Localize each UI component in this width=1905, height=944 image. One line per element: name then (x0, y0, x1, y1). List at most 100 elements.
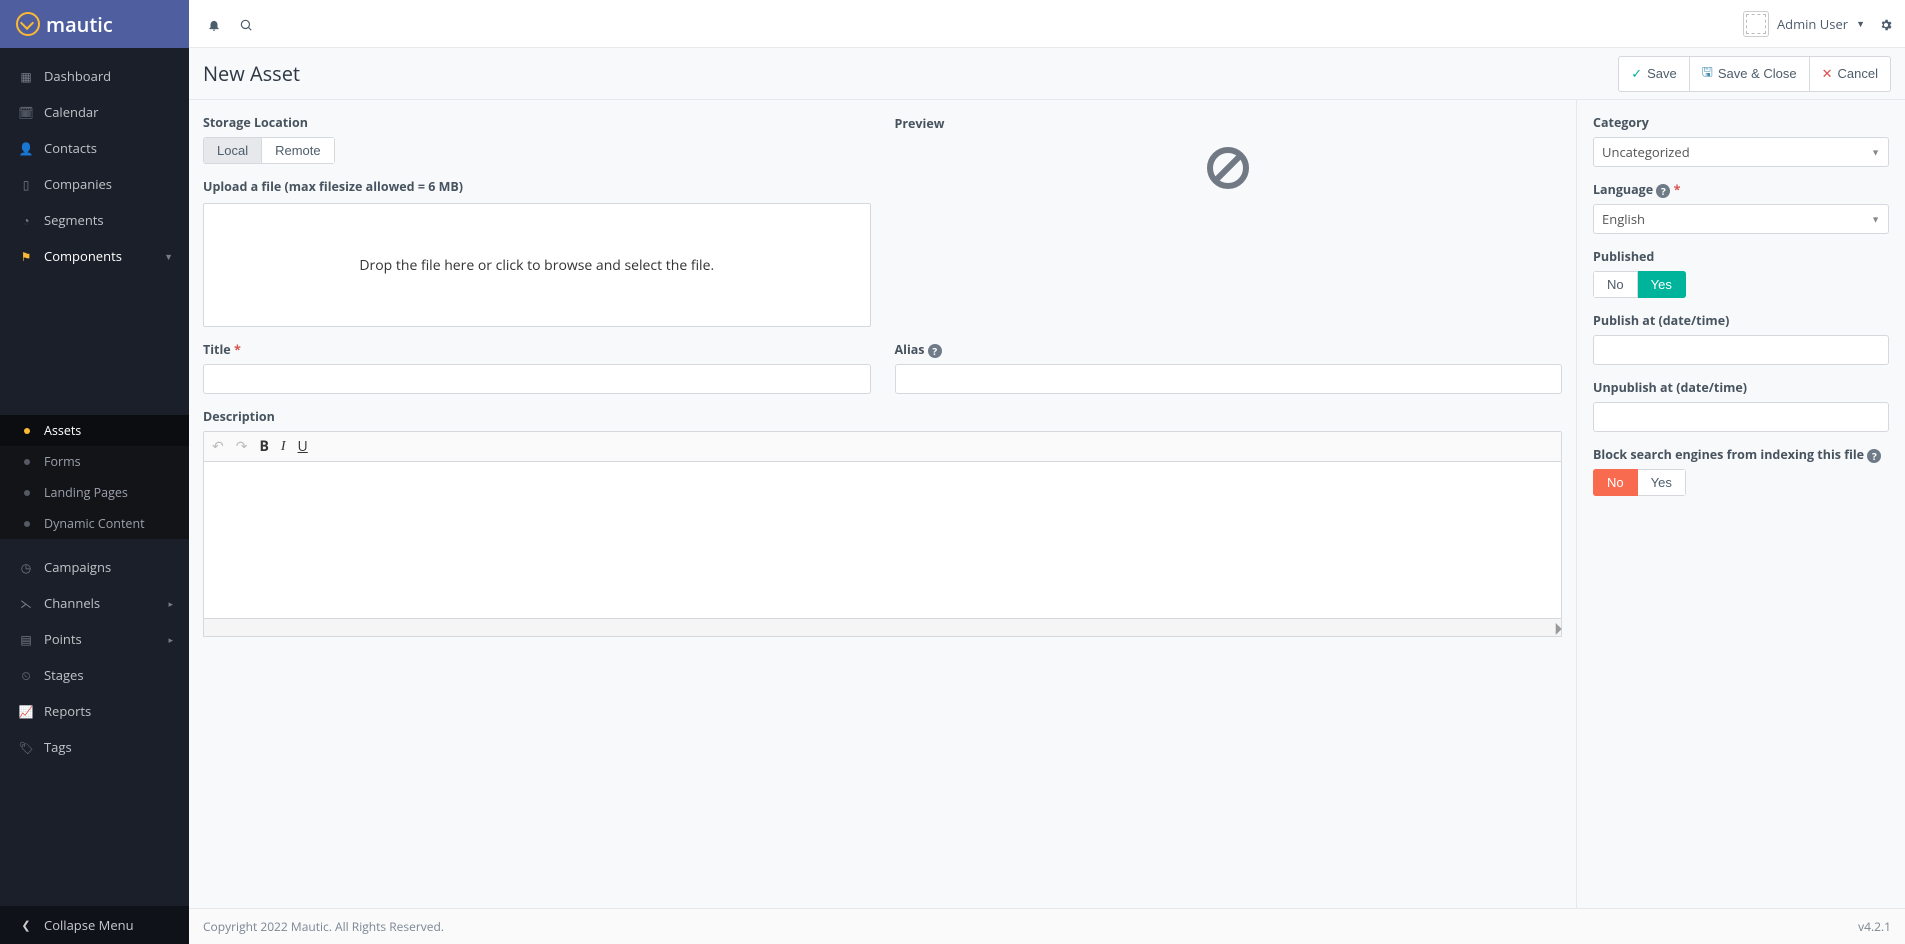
sidebar-item-calendar[interactable]: 🗓 Calendar (0, 94, 189, 130)
editor-statusbar: ◢ (203, 619, 1562, 637)
title-label: Title * (203, 341, 871, 358)
sidebar-item-tags[interactable]: 🏷Tags (0, 729, 189, 765)
help-icon[interactable]: ? (928, 344, 942, 358)
subnav-item-dynamic-content[interactable]: Dynamic Content (0, 508, 189, 539)
close-icon: ✕ (1822, 66, 1833, 82)
published-toggle: No Yes (1593, 271, 1686, 298)
alias-input[interactable] (895, 364, 1563, 394)
storage-location-toggle: Local Remote (203, 137, 335, 164)
select-value: Uncategorized (1602, 143, 1690, 161)
cancel-button[interactable]: ✕ Cancel (1810, 56, 1891, 92)
sidebar-nav: ▦Dashboard 🗓 Calendar 👤Contacts ▯ Companie… (0, 48, 189, 415)
tag-icon: 🏷 (16, 739, 36, 756)
sidebar-item-channels[interactable]: ⋋ Channels ▸ (0, 585, 189, 621)
sidebar-item-label: Calendar (44, 103, 98, 121)
sidebar-item-points[interactable]: ▤Points▸ (0, 621, 189, 657)
subnav-label: Assets (44, 422, 81, 439)
brand[interactable]: mautic (0, 0, 189, 48)
unpublish-at-input[interactable] (1593, 402, 1889, 432)
save-button[interactable]: ✓Save (1618, 56, 1690, 92)
sidebar-item-stages[interactable]: ⏲ Stages (0, 657, 189, 693)
redo-button[interactable]: ↷ (236, 437, 248, 456)
button-label: Cancel (1838, 66, 1878, 81)
sidebar-item-campaigns[interactable]: ◷ Campaigns (0, 549, 189, 585)
sidebar-item-components[interactable]: ⚑Components▼ (0, 238, 189, 274)
subnav-item-forms[interactable]: Forms (0, 446, 189, 477)
unpublish-at-label: Unpublish at (date/time) (1593, 379, 1889, 396)
chevron-left-icon: ❮ (16, 918, 36, 933)
block-yes-button[interactable]: Yes (1638, 469, 1686, 496)
save-icon: 🖫 (1702, 63, 1713, 85)
sidebar-item-reports[interactable]: 📈Reports (0, 693, 189, 729)
published-no-button[interactable]: No (1593, 271, 1638, 298)
building-icon: ▯ (16, 176, 36, 193)
editor-toolbar: ↶ ↷ B I U (204, 432, 1561, 462)
sidebar-item-label: Channels (44, 594, 100, 612)
sidebar-item-label: Campaigns (44, 558, 111, 576)
category-select[interactable]: Uncategorized▼ (1593, 137, 1889, 167)
sidebar-item-contacts[interactable]: 👤Contacts (0, 130, 189, 166)
sidebar-item-label: Stages (44, 666, 84, 684)
block-no-button[interactable]: No (1593, 469, 1638, 496)
version: v4.2.1 (1858, 918, 1891, 935)
content: Storage Location Local Remote Upload a f… (189, 100, 1905, 908)
gear-icon[interactable] (1879, 15, 1893, 33)
title-input[interactable] (203, 364, 871, 394)
upload-label: Upload a file (max filesize allowed = 6 … (203, 178, 871, 195)
sidebar-item-label: Components (44, 247, 122, 265)
storage-local-button[interactable]: Local (203, 137, 262, 164)
sidebar-item-label: Reports (44, 702, 91, 720)
sidebar-item-segments[interactable]: ◔Segments (0, 202, 189, 238)
copyright: Copyright 2022 Mautic. All Rights Reserv… (203, 918, 444, 935)
bullet-icon (24, 490, 30, 496)
published-label: Published (1593, 248, 1889, 265)
underline-button[interactable]: U (298, 437, 308, 456)
caret-down-icon: ▼ (1856, 17, 1865, 30)
help-icon[interactable]: ? (1656, 184, 1670, 198)
publish-at-input[interactable] (1593, 335, 1889, 365)
editor-body[interactable] (204, 462, 1561, 618)
button-label: Save & Close (1718, 66, 1797, 81)
footer: Copyright 2022 Mautic. All Rights Reserv… (189, 908, 1905, 944)
page-title: New Asset (203, 60, 300, 87)
rss-icon: ⋋ (16, 595, 36, 612)
undo-button[interactable]: ↶ (212, 437, 224, 456)
no-preview-icon (1204, 144, 1252, 192)
published-yes-button[interactable]: Yes (1638, 271, 1686, 298)
file-dropzone[interactable]: Drop the file here or click to browse an… (203, 203, 871, 327)
notifications-icon[interactable] (207, 15, 221, 33)
language-label: Language ? * (1593, 181, 1889, 198)
resize-grip-icon[interactable]: ◢ (1546, 620, 1563, 637)
bold-button[interactable]: B (259, 437, 268, 456)
sidebar-item-label: Companies (44, 175, 112, 193)
preview-empty (895, 132, 1563, 208)
save-close-button[interactable]: 🖫 Save & Close (1690, 56, 1810, 92)
side-column: Category Uncategorized▼ Language ? * Eng… (1577, 100, 1905, 908)
page-header: New Asset ✓Save 🖫 Save & Close ✕ Cancel (189, 48, 1905, 100)
dropzone-text: Drop the file here or click to browse an… (359, 256, 714, 275)
puzzle-icon: ⚑ (16, 248, 36, 265)
calendar-icon: 🗓 (16, 104, 36, 121)
subnav-label: Dynamic Content (44, 515, 145, 532)
header-actions: ✓Save 🖫 Save & Close ✕ Cancel (1618, 56, 1891, 92)
storage-remote-button[interactable]: Remote (262, 137, 335, 164)
storage-location-label: Storage Location (203, 114, 871, 131)
bullet-icon (24, 459, 30, 465)
sidebar-item-dashboard[interactable]: ▦Dashboard (0, 58, 189, 94)
subnav-item-assets[interactable]: Assets (0, 415, 189, 446)
clock-icon: ◷ (16, 559, 36, 576)
help-icon[interactable]: ? (1867, 449, 1881, 463)
search-icon[interactable] (239, 15, 253, 33)
collapse-label: Collapse Menu (44, 916, 134, 934)
gauge-icon: ⏲ (16, 667, 36, 684)
user-menu[interactable]: Admin User ▼ (1743, 11, 1865, 37)
check-icon: ✓ (1631, 66, 1642, 82)
sidebar-item-label: Contacts (44, 139, 97, 157)
sidebar-item-companies[interactable]: ▯ Companies (0, 166, 189, 202)
collapse-menu-button[interactable]: ❮ Collapse Menu (0, 906, 189, 944)
sidebar-item-label: Dashboard (44, 67, 111, 85)
subnav-item-landing-pages[interactable]: Landing Pages (0, 477, 189, 508)
italic-button[interactable]: I (281, 439, 286, 455)
chevron-right-icon: ▸ (168, 597, 173, 610)
language-select[interactable]: English▼ (1593, 204, 1889, 234)
